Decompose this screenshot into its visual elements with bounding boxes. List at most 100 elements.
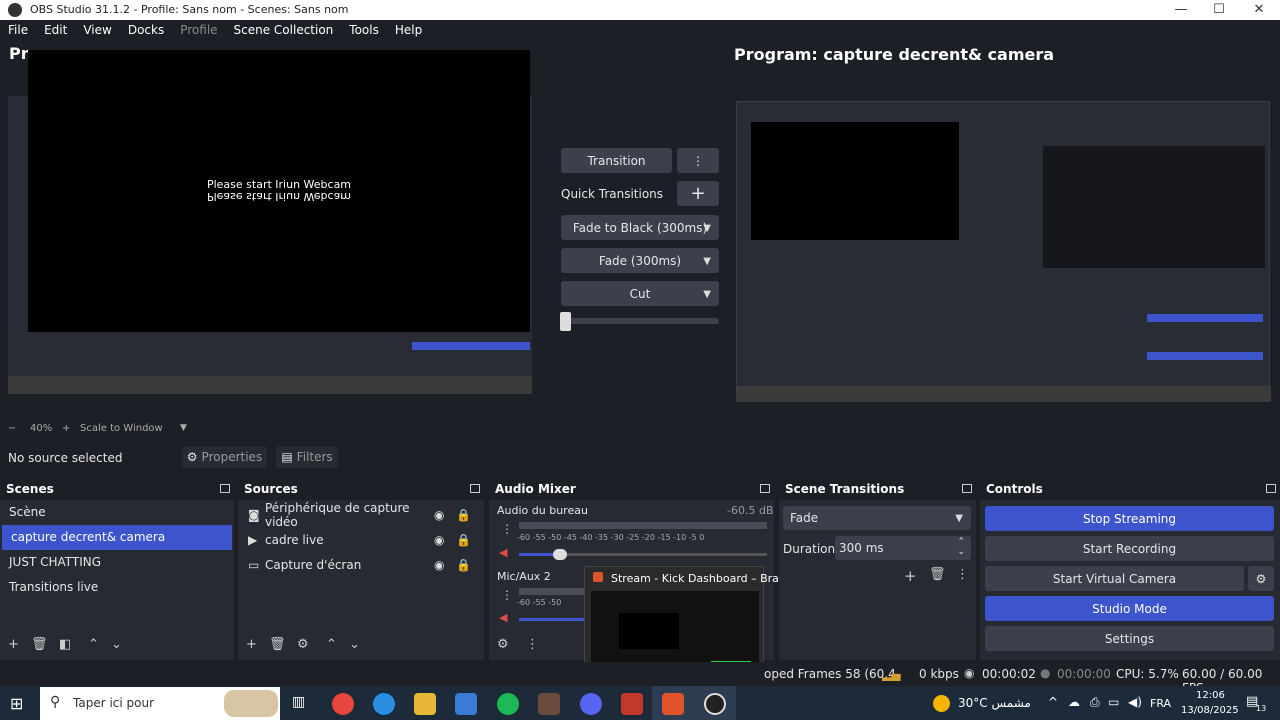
quick-transition-fade[interactable]: Fade (300ms) ▼ bbox=[561, 248, 719, 273]
quick-transitions-label: Quick Transitions bbox=[561, 187, 664, 201]
obs-taskbar-icon[interactable] bbox=[704, 693, 726, 715]
brave-icon[interactable] bbox=[662, 693, 684, 715]
mixer-menu-icon[interactable]: ⋮ bbox=[526, 637, 539, 652]
minimize-button[interactable]: — bbox=[1166, 2, 1196, 17]
float-dock-icon[interactable] bbox=[220, 484, 230, 493]
add-quick-transition-button[interactable]: + bbox=[677, 181, 719, 206]
volume-slider-handle[interactable] bbox=[553, 549, 567, 560]
network-icon[interactable]: ▭ bbox=[1108, 695, 1119, 709]
start-recording-button[interactable]: Start Recording bbox=[985, 536, 1274, 561]
studio-mode-button[interactable]: Studio Mode bbox=[985, 596, 1274, 621]
quick-transition-label: Cut bbox=[629, 286, 651, 301]
stepper-down-icon[interactable]: ⌄ bbox=[957, 547, 965, 557]
game-icon[interactable] bbox=[538, 693, 560, 715]
float-dock-icon[interactable] bbox=[962, 484, 972, 493]
file-explorer-icon[interactable] bbox=[414, 693, 436, 715]
move-up-icon[interactable]: ⌃ bbox=[88, 637, 99, 652]
mic-icon[interactable]: ⎙ bbox=[1090, 695, 1100, 710]
mute-icon[interactable]: ◀ bbox=[499, 546, 507, 559]
menu-file[interactable]: File bbox=[0, 20, 36, 37]
transition-type-select[interactable]: Fade ▼ bbox=[783, 506, 971, 530]
menu-scene-collection[interactable]: Scene Collection bbox=[226, 20, 342, 37]
move-down-icon[interactable]: ⌄ bbox=[349, 637, 360, 652]
spotify-icon[interactable] bbox=[497, 693, 519, 715]
stepper-up-icon[interactable]: ⌃ bbox=[957, 537, 965, 547]
eye-icon[interactable]: ◉ bbox=[434, 508, 456, 522]
volume-icon[interactable]: ◀) bbox=[1128, 695, 1142, 709]
channel-menu-icon[interactable]: ⋮ bbox=[501, 588, 513, 602]
menu-edit[interactable]: Edit bbox=[36, 20, 75, 37]
add-scene-icon[interactable]: + bbox=[8, 637, 19, 652]
add-source-icon[interactable]: + bbox=[246, 637, 257, 652]
clock-time[interactable]: 12:06 bbox=[1196, 690, 1225, 701]
windows-start-icon[interactable]: ⊞ bbox=[10, 694, 23, 713]
quick-transition-cut[interactable]: Cut ▼ bbox=[561, 281, 719, 306]
eye-icon[interactable]: ◉ bbox=[434, 533, 456, 547]
lock-icon[interactable]: 🔒 bbox=[456, 533, 478, 547]
tray-chevron-icon[interactable]: ^ bbox=[1048, 695, 1058, 709]
scene-filters-icon[interactable]: ◧ bbox=[59, 637, 71, 652]
menu-profile[interactable]: Profile bbox=[172, 20, 225, 37]
discord-icon[interactable] bbox=[580, 693, 602, 715]
quick-transition-fade-to-black[interactable]: Fade to Black (300ms) ▼ bbox=[561, 215, 719, 240]
mute-icon[interactable]: ◀ bbox=[499, 611, 507, 624]
lock-icon[interactable]: 🔒 bbox=[456, 508, 478, 522]
volume-slider-track[interactable] bbox=[519, 618, 585, 621]
mixer-settings-icon[interactable]: ⚙ bbox=[497, 637, 509, 652]
filters-button[interactable]: ▤ Filters bbox=[276, 446, 338, 468]
scale-mode-chevron-icon[interactable]: ▼ bbox=[180, 423, 187, 433]
tbar-slider-handle[interactable] bbox=[560, 312, 571, 331]
lock-icon[interactable]: 🔒 bbox=[456, 558, 478, 572]
move-down-icon[interactable]: ⌄ bbox=[111, 637, 122, 652]
scene-item[interactable]: Scène bbox=[0, 500, 234, 525]
clock-date[interactable]: 13/08/2025 bbox=[1181, 705, 1239, 716]
scene-item[interactable]: JUST CHATTING bbox=[0, 550, 234, 575]
duration-stepper[interactable]: 300 ms ⌃ ⌄ bbox=[835, 536, 971, 560]
edge-icon[interactable] bbox=[373, 693, 395, 715]
channel-menu-icon[interactable]: ⋮ bbox=[501, 522, 513, 536]
record-time: 00:00:00 bbox=[1057, 667, 1111, 681]
remove-scene-icon[interactable]: 🗑 bbox=[31, 637, 48, 652]
transition-button[interactable]: Transition bbox=[561, 148, 672, 173]
source-properties-icon[interactable]: ⚙ bbox=[297, 637, 309, 652]
task-view-icon[interactable]: ▥ bbox=[292, 694, 305, 710]
menu-view[interactable]: View bbox=[75, 20, 119, 37]
chrome-icon[interactable] bbox=[332, 693, 354, 715]
settings-button[interactable]: Settings bbox=[985, 626, 1274, 651]
add-transition-icon[interactable]: + bbox=[904, 567, 917, 585]
menu-docks[interactable]: Docks bbox=[120, 20, 172, 37]
float-dock-icon[interactable] bbox=[1266, 484, 1276, 493]
channel-db: -60.5 dB bbox=[727, 504, 774, 517]
eye-icon[interactable]: ◉ bbox=[434, 558, 456, 572]
transition-menu-icon[interactable]: ⋮ bbox=[677, 148, 719, 173]
scale-mode-select[interactable]: Scale to Window bbox=[80, 423, 163, 434]
virtual-camera-settings-icon[interactable]: ⚙ bbox=[1248, 566, 1274, 591]
maximize-button[interactable]: ☐ bbox=[1204, 2, 1234, 17]
scene-item-active[interactable]: capture decrent& camera bbox=[2, 525, 232, 550]
float-dock-icon[interactable] bbox=[760, 484, 770, 493]
cloud-icon[interactable]: ☁ bbox=[1068, 695, 1080, 709]
source-item[interactable]: ▭ Capture d'écran ◉ 🔒 bbox=[238, 552, 478, 577]
source-item[interactable]: ▶ cadre live ◉ 🔒 bbox=[238, 527, 478, 552]
source-item[interactable]: ◙ Périphérique de capture vidéo ◉ 🔒 bbox=[238, 501, 478, 529]
stop-streaming-button[interactable]: Stop Streaming bbox=[985, 506, 1274, 531]
zoom-out-button[interactable]: − bbox=[8, 423, 16, 434]
tbar-slider-track[interactable] bbox=[561, 318, 719, 324]
move-up-icon[interactable]: ⌃ bbox=[326, 637, 337, 652]
transition-menu-icon[interactable]: ⋮ bbox=[956, 567, 969, 582]
float-dock-icon[interactable] bbox=[470, 484, 480, 493]
webcam-source[interactable]: Please start Iriun Webcam Please start I… bbox=[28, 50, 530, 332]
scene-item[interactable]: Transitions live bbox=[0, 575, 234, 600]
language-indicator[interactable]: FRA bbox=[1150, 697, 1171, 710]
properties-button[interactable]: ⚙ Properties bbox=[182, 446, 267, 468]
taskbar-search-box[interactable]: ⚲ Taper ici pour bbox=[40, 687, 280, 720]
start-virtual-camera-button[interactable]: Start Virtual Camera bbox=[985, 566, 1244, 591]
menu-tools[interactable]: Tools bbox=[341, 20, 387, 37]
close-button[interactable]: ✕ bbox=[1244, 2, 1274, 17]
app-icon[interactable] bbox=[621, 693, 643, 715]
remove-transition-icon[interactable]: 🗑 bbox=[929, 567, 946, 582]
menu-help[interactable]: Help bbox=[387, 20, 430, 37]
zoom-in-button[interactable]: + bbox=[62, 423, 70, 434]
remove-source-icon[interactable]: 🗑 bbox=[269, 637, 286, 652]
store-icon[interactable] bbox=[455, 693, 477, 715]
